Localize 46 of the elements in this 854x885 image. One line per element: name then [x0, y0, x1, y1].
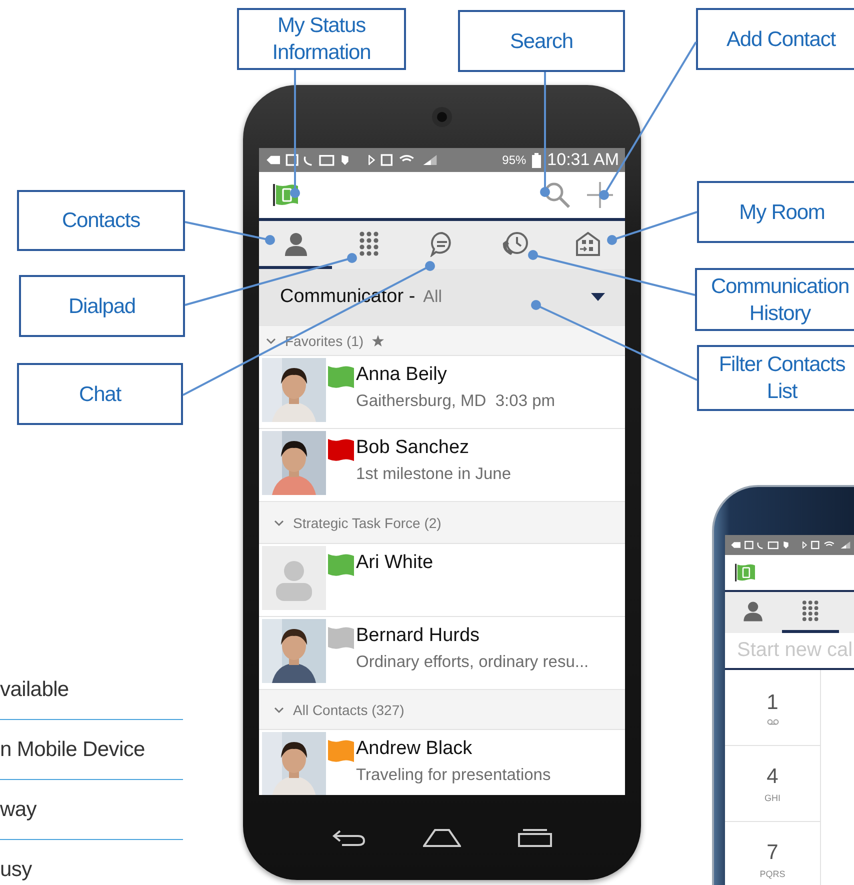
group-header[interactable]: Favorites (1): [259, 325, 625, 355]
star-icon: [372, 334, 384, 346]
callout-label: Dialpad: [19, 275, 185, 337]
dialpad-icon: [801, 600, 820, 622]
callout-label: Contacts: [17, 190, 185, 251]
clock-time: 10:31 AM: [547, 150, 619, 170]
group-header[interactable]: All Contacts (327): [259, 689, 625, 729]
phone-clock-icon: [501, 230, 530, 256]
person-icon: [282, 230, 309, 256]
contact-note: Traveling for presentations: [356, 766, 551, 785]
callout-label: My Status Information: [237, 8, 406, 70]
contact-name: Ari White: [356, 552, 434, 574]
contact-note: 1st milestone in June: [356, 465, 512, 484]
contact-name: Andrew Black: [356, 738, 474, 760]
person-icon: [742, 600, 765, 622]
recent-apps-icon[interactable]: [518, 828, 552, 846]
room-icon: [575, 230, 602, 256]
contact-row[interactable]: Andrew Black Traveling for presentations: [259, 729, 625, 795]
legend-text: usy: [0, 858, 32, 882]
legend-text: way: [0, 798, 36, 822]
dropdown-caret-icon: [591, 293, 605, 301]
contact-name: Bernard Hurds: [356, 625, 481, 647]
callout-label: Communication History: [695, 268, 854, 331]
legend-text: n Mobile Device: [0, 738, 145, 762]
voicemail-icon: [766, 718, 778, 724]
callout-label: Add Contact: [696, 8, 854, 70]
home-icon[interactable]: [422, 828, 461, 846]
contact-note: Ordinary efforts, ordinary resu...: [356, 653, 589, 672]
callout-label: Chat: [17, 363, 183, 425]
camera-icon: [431, 106, 453, 128]
battery-percent: 95%: [502, 153, 526, 167]
dialpad-icon: [358, 230, 380, 256]
battery-icon: [532, 152, 542, 168]
add-icon[interactable]: [587, 182, 613, 208]
contact-note: Gaithersburg, MD 3:03 pm: [356, 392, 555, 411]
contact-name: Anna Beily: [356, 364, 448, 386]
contact-name: Bob Sanchez: [356, 437, 470, 459]
callout-label: My Room: [697, 181, 854, 243]
avatar-placeholder-icon: [262, 546, 326, 610]
status-flag-icon[interactable]: [735, 562, 756, 582]
callout-label: Search: [458, 10, 625, 72]
callout-label: Filter Contacts List: [697, 345, 854, 411]
back-icon[interactable]: [332, 828, 366, 846]
group-header[interactable]: Strategic Task Force (2): [259, 501, 625, 543]
legend-text: vailable: [0, 678, 69, 702]
status-flag-icon[interactable]: [273, 183, 299, 207]
